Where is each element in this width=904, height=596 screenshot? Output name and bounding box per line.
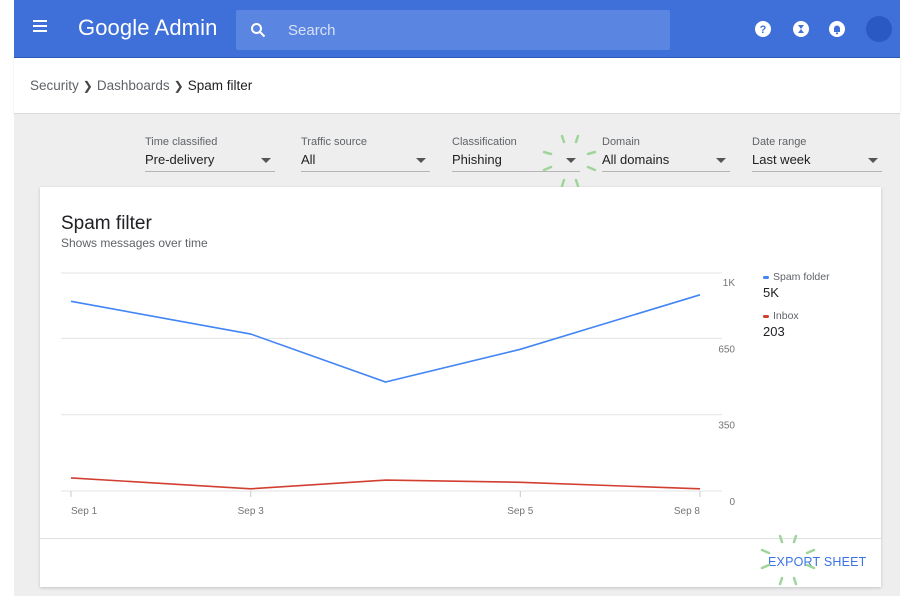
chart-legend: Spam folder 5K Inbox 203 [763,271,830,349]
search-icon[interactable] [250,22,266,38]
filter-label: Time classified [145,136,218,148]
app-title[interactable]: Google Admin [78,15,217,41]
dropdown-arrow-icon[interactable] [416,158,426,163]
y-tick-label: 0 [729,497,735,508]
breadcrumb: Security ❯ Dashboards ❯ Spam filter [30,78,252,93]
legend-item-spam-folder[interactable]: Spam folder 5K [763,271,830,300]
y-tick-label: 350 [718,421,735,432]
y-tick-label: 650 [718,344,735,355]
filter-time-classified[interactable]: Time classified Pre-delivery [145,136,275,172]
spam-filter-chart: 1K 650 350 0 Sep 1 Sep 3 Sep 5 Sep 8 [61,272,736,517]
x-tick-label: Sep 1 [71,506,98,517]
click-highlight [542,134,597,188]
click-highlight [760,534,816,586]
filter-label: Traffic source [301,136,368,148]
window-frame-right [900,0,904,596]
svg-text:?: ? [760,24,767,36]
legend-value: 5K [763,285,779,300]
series-line-inbox [70,477,701,490]
top-app-bar: Google Admin ? [14,0,900,58]
dropdown-arrow-icon[interactable] [868,158,878,163]
filter-label: Domain [602,136,640,148]
filter-date-range[interactable]: Date range Last week [752,136,882,172]
legend-label: Spam folder [773,271,830,283]
avatar[interactable] [866,16,892,42]
search-box[interactable] [236,10,670,50]
x-tick-label: Sep 8 [674,506,701,517]
legend-label: Inbox [773,310,799,322]
filter-traffic-source[interactable]: Traffic source All [301,136,430,172]
hourglass-icon[interactable] [792,20,810,38]
breadcrumb-bar: Security ❯ Dashboards ❯ Spam filter [14,58,900,114]
x-tick-label: Sep 5 [507,506,534,517]
filter-value: All domains [602,152,670,167]
menu-icon[interactable] [32,20,48,36]
filter-value: All [301,152,316,167]
filter-domain[interactable]: Domain All domains [602,136,730,172]
window-frame-left [0,0,14,596]
legend-swatch [763,275,769,279]
legend-value: 203 [763,324,785,339]
breadcrumb-item-dashboards[interactable]: Dashboards [97,78,170,93]
breadcrumb-current: Spam filter [187,78,253,93]
notifications-icon[interactable] [828,20,846,38]
legend-item-inbox[interactable]: Inbox 203 [763,310,830,339]
help-icon[interactable]: ? [754,20,772,38]
y-tick-label: 1K [723,278,736,289]
filter-value: Pre-delivery [145,152,215,167]
chevron-right-icon: ❯ [82,78,93,93]
dropdown-arrow-icon[interactable] [261,158,271,163]
filter-value: Last week [752,152,811,167]
chevron-right-icon: ❯ [173,78,184,93]
main-content: Time classified Pre-delivery Traffic sou… [14,114,900,596]
spam-filter-card: Spam filter Shows messages over time 1K 6… [40,187,881,587]
dropdown-arrow-icon[interactable] [716,158,726,163]
card-divider [40,538,881,539]
search-input[interactable] [288,10,648,50]
breadcrumb-item-security[interactable]: Security [30,78,79,93]
x-tick-label: Sep 3 [238,506,265,517]
legend-swatch [763,314,769,318]
filter-label: Date range [752,136,807,148]
